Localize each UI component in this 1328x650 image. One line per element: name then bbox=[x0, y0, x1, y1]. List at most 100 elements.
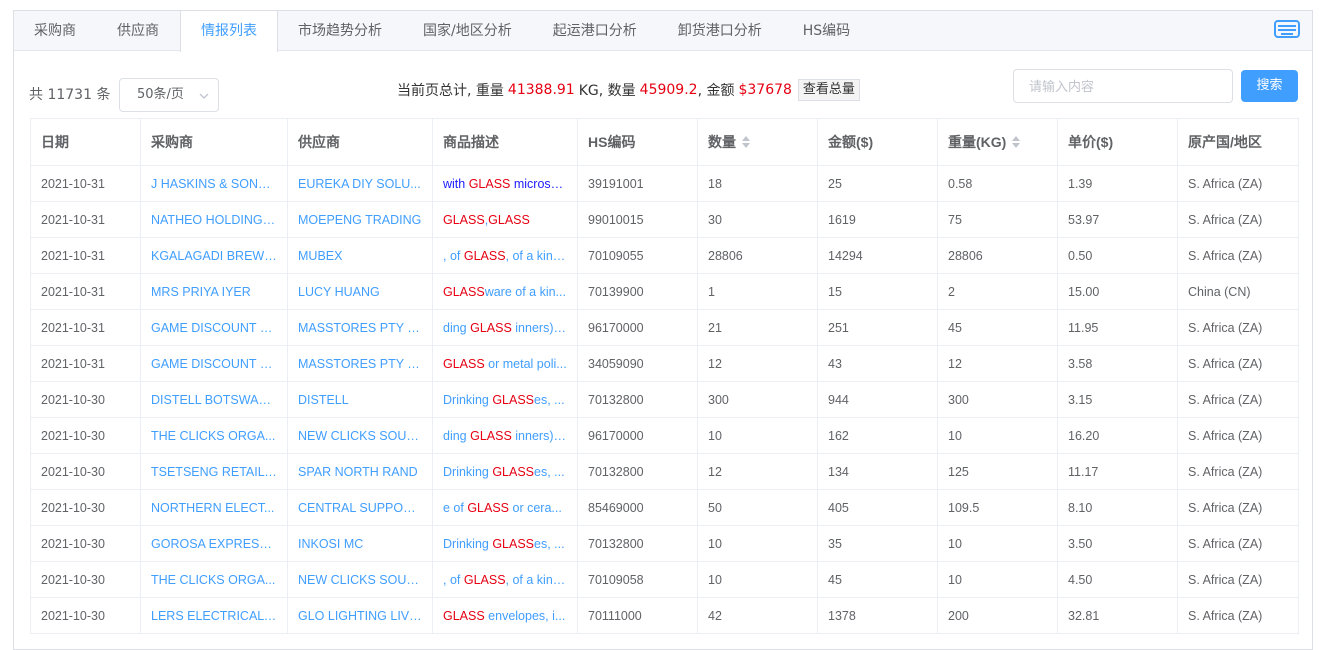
supplier-link[interactable]: LUCY HUANG bbox=[287, 273, 433, 310]
quantity-cell: 18 bbox=[697, 165, 818, 202]
tab-origin-port[interactable]: 起运港口分析 bbox=[533, 11, 658, 50]
tab-market-trend[interactable]: 市场趋势分析 bbox=[278, 11, 403, 50]
date-cell: 2021-10-30 bbox=[30, 597, 141, 634]
description-cell[interactable]: GLASS envelopes, i... bbox=[432, 597, 578, 634]
supplier-link[interactable]: MASSTORES PTY LTD bbox=[287, 309, 433, 346]
keyboard-icon[interactable] bbox=[1274, 19, 1300, 39]
table-row: 2021-10-31 GAME DISCOUNT W... MASSTORES PT… bbox=[30, 309, 1299, 346]
buyer-link[interactable]: J HASKINS & SONS ... bbox=[140, 165, 288, 202]
quantity-cell: 10 bbox=[697, 417, 818, 454]
weight-cell: 0.58 bbox=[937, 165, 1058, 202]
hs-code-cell: 70139900 bbox=[577, 273, 698, 310]
amount-cell: 15 bbox=[817, 273, 938, 310]
unit-price-cell: 3.58 bbox=[1057, 345, 1178, 382]
tab-bar: 采购商 供应商 情报列表 市场趋势分析 国家/地区分析 起运港口分析 卸货港口分… bbox=[14, 11, 1312, 52]
description-cell[interactable]: ding GLASS inners),... bbox=[432, 309, 578, 346]
buyer-link[interactable]: MRS PRIYA IYER bbox=[140, 273, 288, 310]
description-cell[interactable]: ding GLASS inners),... bbox=[432, 417, 578, 454]
page-size-select[interactable]: 50条/页 bbox=[119, 78, 219, 112]
description-cell[interactable]: Drinking GLASSes, ... bbox=[432, 453, 578, 490]
unit-price-cell: 1.39 bbox=[1057, 165, 1178, 202]
supplier-link[interactable]: NEW CLICKS SOUT... bbox=[287, 561, 433, 598]
description-cell[interactable]: GLASS or metal poli... bbox=[432, 345, 578, 382]
tab-intel-list[interactable]: 情报列表 bbox=[180, 11, 278, 52]
weight-cell: 28806 bbox=[937, 237, 1058, 274]
unit-price-cell: 11.17 bbox=[1057, 453, 1178, 490]
col-supplier-header: 供应商 bbox=[287, 118, 433, 166]
buyer-link[interactable]: NATHEO HOLDINGS... bbox=[140, 201, 288, 238]
table-row: 2021-10-30 NORTHERN ELECT... CENTRAL SUPPO… bbox=[30, 489, 1299, 526]
tab-country-analysis[interactable]: 国家/地区分析 bbox=[403, 11, 533, 50]
date-cell: 2021-10-30 bbox=[30, 525, 141, 562]
table-row: 2021-10-31 GAME DISCOUNT W... MASSTORES PT… bbox=[30, 345, 1299, 382]
description-cell[interactable]: , of GLASS, of a kind... bbox=[432, 561, 578, 598]
hs-code-cell: 39191001 bbox=[577, 165, 698, 202]
origin-cell: S. Africa (ZA) bbox=[1177, 525, 1299, 562]
unit-price-cell: 0.50 bbox=[1057, 237, 1178, 274]
buyer-link[interactable]: KGALAGADI BREWE... bbox=[140, 237, 288, 274]
search-button[interactable]: 搜索 bbox=[1241, 70, 1298, 102]
quantity-cell: 10 bbox=[697, 525, 818, 562]
supplier-link[interactable]: CENTRAL SUPPOR... bbox=[287, 489, 433, 526]
origin-cell: S. Africa (ZA) bbox=[1177, 165, 1299, 202]
sort-caret-icon[interactable] bbox=[1012, 136, 1021, 148]
buyer-link[interactable]: GAME DISCOUNT W... bbox=[140, 345, 288, 382]
description-cell[interactable]: Drinking GLASSes, ... bbox=[432, 381, 578, 418]
description-cell[interactable]: , of GLASS, of a kind... bbox=[432, 237, 578, 274]
col-desc-header: 商品描述 bbox=[432, 118, 578, 166]
description-cell[interactable]: Drinking GLASSes, ... bbox=[432, 525, 578, 562]
supplier-link[interactable]: GLO LIGHTING LIVI... bbox=[287, 597, 433, 634]
description-cell[interactable]: e of GLASS or cera... bbox=[432, 489, 578, 526]
amount-cell: 1619 bbox=[817, 201, 938, 238]
tab-buyers[interactable]: 采购商 bbox=[14, 11, 97, 50]
supplier-link[interactable]: MASSTORES PTY LTD bbox=[287, 345, 433, 382]
buyer-link[interactable]: THE CLICKS ORGA... bbox=[140, 417, 288, 454]
col-qty-header[interactable]: 数量 bbox=[697, 118, 818, 166]
page-summary: 当前页总计, 重量 41388.91 KG, 数量 45909.2 , 金额 $… bbox=[397, 79, 860, 101]
description-cell[interactable]: GLASSware of a kin... bbox=[432, 273, 578, 310]
origin-cell: S. Africa (ZA) bbox=[1177, 381, 1299, 418]
weight-cell: 10 bbox=[937, 525, 1058, 562]
buyer-link[interactable]: GOROSA EXPRESS ... bbox=[140, 525, 288, 562]
buyer-link[interactable]: TSETSENG RETAIL ... bbox=[140, 453, 288, 490]
buyer-link[interactable]: THE CLICKS ORGA... bbox=[140, 561, 288, 598]
col-amount-header: 金额($) bbox=[817, 118, 938, 166]
quantity-cell: 42 bbox=[697, 597, 818, 634]
supplier-link[interactable]: MOEPENG TRADING bbox=[287, 201, 433, 238]
amount-cell: 162 bbox=[817, 417, 938, 454]
buyer-link[interactable]: LERS ELECTRICAL ... bbox=[140, 597, 288, 634]
weight-cell: 45 bbox=[937, 309, 1058, 346]
quantity-cell: 300 bbox=[697, 381, 818, 418]
supplier-link[interactable]: EUREKA DIY SOLU... bbox=[287, 165, 433, 202]
search-input[interactable] bbox=[1013, 69, 1233, 103]
view-total-button[interactable]: 查看总量 bbox=[797, 79, 860, 101]
date-cell: 2021-10-31 bbox=[30, 309, 141, 346]
supplier-link[interactable]: NEW CLICKS SOUT... bbox=[287, 417, 433, 454]
buyer-link[interactable]: GAME DISCOUNT W... bbox=[140, 309, 288, 346]
unit-price-cell: 32.81 bbox=[1057, 597, 1178, 634]
buyer-link[interactable]: DISTELL BOTSWAN... bbox=[140, 381, 288, 418]
table-row: 2021-10-30 TSETSENG RETAIL ... SPAR NORTH … bbox=[30, 453, 1299, 490]
col-weight-header[interactable]: 重量(KG) bbox=[937, 118, 1058, 166]
tab-suppliers[interactable]: 供应商 bbox=[97, 11, 180, 50]
amount-cell: 14294 bbox=[817, 237, 938, 274]
supplier-link[interactable]: DISTELL bbox=[287, 381, 433, 418]
supplier-link[interactable]: INKOSI MC bbox=[287, 525, 433, 562]
sort-caret-icon[interactable] bbox=[742, 136, 750, 148]
col-unit-price-header: 单价($) bbox=[1057, 118, 1178, 166]
amount-cell: 1378 bbox=[817, 597, 938, 634]
table-row: 2021-10-30 GOROSA EXPRESS ... INKOSI MC Dri… bbox=[30, 525, 1299, 562]
tab-hs-code[interactable]: HS编码 bbox=[783, 11, 871, 50]
description-cell[interactable]: with GLASS microsp... bbox=[432, 165, 578, 202]
amount-cell: 45 bbox=[817, 561, 938, 598]
origin-cell: S. Africa (ZA) bbox=[1177, 489, 1299, 526]
weight-value: 41388.91 bbox=[507, 82, 575, 98]
weight-cell: 75 bbox=[937, 201, 1058, 238]
supplier-link[interactable]: MUBEX bbox=[287, 237, 433, 274]
supplier-link[interactable]: SPAR NORTH RAND bbox=[287, 453, 433, 490]
buyer-link[interactable]: NORTHERN ELECT... bbox=[140, 489, 288, 526]
tab-dest-port[interactable]: 卸货港口分析 bbox=[658, 11, 783, 50]
weight-cell: 300 bbox=[937, 381, 1058, 418]
description-cell[interactable]: GLASS,GLASS bbox=[432, 201, 578, 238]
unit-price-cell: 15.00 bbox=[1057, 273, 1178, 310]
